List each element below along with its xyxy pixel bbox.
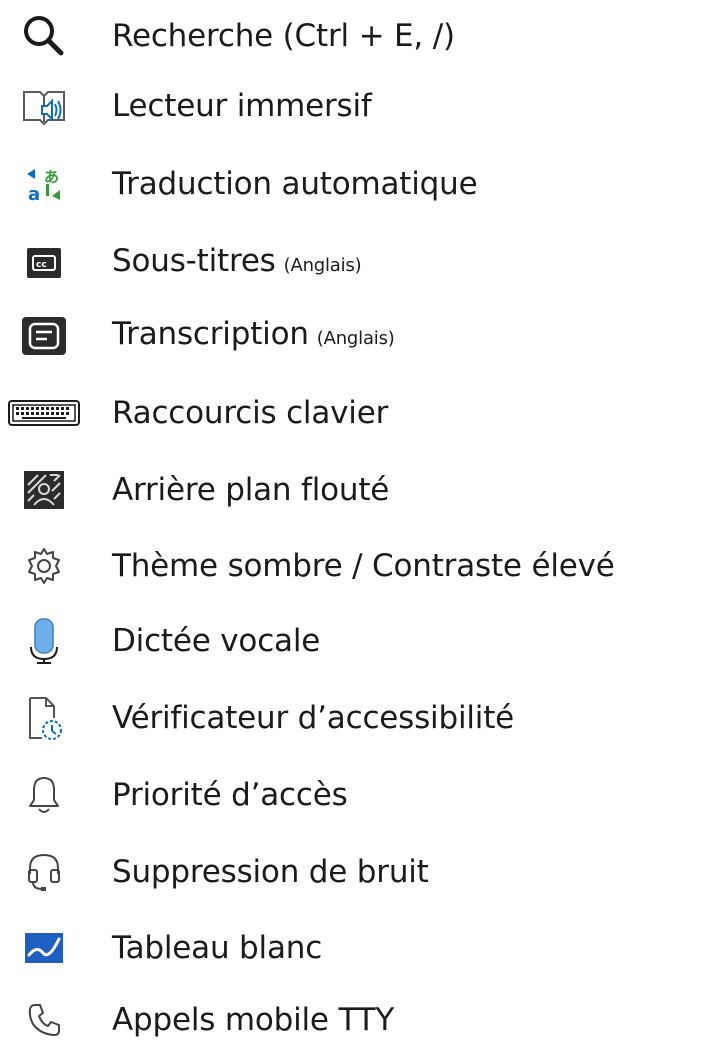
- menu-item-keyboard-shortcuts[interactable]: Raccourcis clavier: [0, 383, 728, 443]
- menu-item-label: Thème sombre / Contraste élevé: [112, 546, 615, 586]
- language-note: (Anglais): [283, 254, 362, 276]
- menu-item-text: Traduction automatique: [112, 166, 478, 202]
- menu-item-text: Dictée vocale: [112, 623, 321, 659]
- menu-item-text: Thème sombre / Contraste élevé: [112, 548, 615, 584]
- menu-item-transcript[interactable]: Transcription (Anglais): [0, 306, 728, 366]
- menu-item-immersive-reader[interactable]: Lecteur immersif: [0, 76, 728, 136]
- menu-item-blur-background[interactable]: Arrière plan flouté: [0, 460, 728, 520]
- menu-item-text: Arrière plan flouté: [112, 472, 390, 508]
- menu-item-label: Traduction automatique: [112, 164, 478, 204]
- accessibility-checker-icon: [6, 688, 82, 748]
- keyboard-icon: [6, 383, 82, 443]
- menu-item-label: Suppression de bruit: [112, 852, 429, 892]
- menu-item-tty-calls[interactable]: Appels mobile TTY: [0, 990, 728, 1050]
- language-note: (Anglais): [316, 327, 395, 349]
- menu-item-label: Dictée vocale: [112, 621, 320, 661]
- menu-item-dark-theme[interactable]: Thème sombre / Contraste élevé: [0, 536, 728, 596]
- svg-text:a: a: [28, 184, 40, 204]
- menu-item-label: Arrière plan flouté: [112, 470, 389, 510]
- menu-item-text: Suppression de bruit: [112, 854, 429, 890]
- menu-item-label: Vérificateur d’accessibilité: [112, 698, 514, 738]
- search-icon: [6, 6, 82, 66]
- menu-item-text: Recherche (Ctrl + E, /): [112, 18, 455, 54]
- whiteboard-icon: [6, 918, 82, 978]
- menu-item-label: Lecteur immersif: [112, 86, 372, 126]
- translate-icon: a あ: [6, 154, 82, 214]
- menu-item-label: Raccourcis clavier: [112, 393, 388, 433]
- menu-item-dictation[interactable]: Dictée vocale: [0, 611, 728, 671]
- menu-item-label: Appels mobile TTY: [112, 1000, 394, 1040]
- menu-item-captions[interactable]: cc Sous-titres (Anglais): [0, 233, 728, 293]
- svg-text:あ: あ: [44, 168, 59, 186]
- bell-icon: [6, 765, 82, 825]
- blur-background-icon: [6, 460, 82, 520]
- settings-gear-icon: [6, 536, 82, 596]
- menu-item-text: Priorité d’accès: [112, 777, 348, 813]
- phone-icon: [6, 990, 82, 1050]
- menu-item-accessibility-checker[interactable]: Vérificateur d’accessibilité: [0, 688, 728, 748]
- menu-item-label: Transcription (Anglais): [112, 314, 395, 359]
- menu-item-label: Priorité d’accès: [112, 775, 348, 815]
- menu-item-noise-suppression[interactable]: Suppression de bruit: [0, 842, 728, 902]
- menu-item-translation[interactable]: a あ Traduction automatique: [0, 154, 728, 214]
- transcript-icon: [6, 306, 82, 366]
- headset-icon: [6, 842, 82, 902]
- menu-item-text: Vérificateur d’accessibilité: [112, 700, 515, 736]
- menu-item-whiteboard[interactable]: Tableau blanc: [0, 918, 728, 978]
- menu-item-label: Recherche (Ctrl + E, /): [112, 16, 455, 56]
- menu-item-text: Transcription: [112, 315, 309, 352]
- menu-item-text: Sous-titres: [112, 242, 276, 279]
- menu-item-access-priority[interactable]: Priorité d’accès: [0, 765, 728, 825]
- immersive-reader-icon: [6, 76, 82, 136]
- closed-captions-icon: cc: [6, 233, 82, 293]
- menu-item-search[interactable]: Recherche (Ctrl + E, /): [0, 6, 728, 66]
- menu-item-text: Appels mobile TTY: [112, 1002, 395, 1038]
- svg-text:cc: cc: [36, 260, 47, 270]
- menu-item-label: Sous-titres (Anglais): [112, 241, 362, 286]
- menu-item-text: Lecteur immersif: [112, 88, 372, 124]
- microphone-icon: [6, 611, 82, 671]
- menu-item-label: Tableau blanc: [112, 928, 322, 968]
- menu-item-text: Tableau blanc: [112, 930, 323, 966]
- menu-item-text: Raccourcis clavier: [112, 395, 389, 431]
